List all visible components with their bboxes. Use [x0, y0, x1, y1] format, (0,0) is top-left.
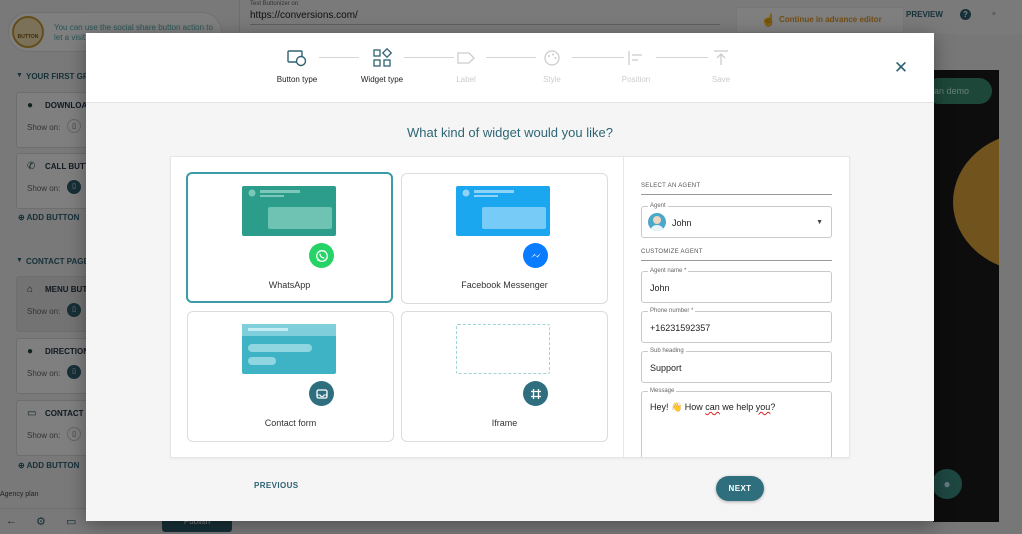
sub-heading-field[interactable]: Sub heading Support	[641, 348, 832, 383]
iframe-icon	[523, 381, 548, 406]
stepper-header: Button type Widget type Label Style Posi…	[86, 33, 934, 103]
close-icon[interactable]: ✕	[892, 59, 910, 77]
contact-form-icon	[309, 381, 334, 406]
message-text: Hey! 👋 How can we help you?	[650, 402, 776, 412]
button-type-icon	[286, 47, 308, 69]
next-button[interactable]: NEXT	[716, 476, 764, 501]
contact-form-thumbnail	[242, 324, 336, 374]
whatsapp-icon	[309, 243, 334, 268]
agent-name-field[interactable]: Agent name * John	[641, 268, 832, 303]
chevron-down-icon: ▼	[816, 219, 823, 226]
widget-option-messenger[interactable]: Facebook Messenger	[401, 173, 608, 304]
widget-option-whatsapp[interactable]: WhatsApp	[186, 172, 393, 303]
messenger-thumbnail	[456, 186, 550, 236]
phone-number-field[interactable]: Phone number * +16231592357	[641, 308, 832, 343]
save-icon	[710, 47, 732, 69]
step-button-type[interactable]: Button type	[262, 47, 332, 84]
step-position: Position	[601, 47, 671, 84]
avatar	[648, 213, 666, 231]
step-widget-type[interactable]: Widget type	[347, 47, 417, 84]
iframe-thumbnail	[456, 324, 550, 374]
widget-type-icon	[371, 47, 393, 69]
section-title-customize-agent: CUSTOMIZE AGENT	[641, 249, 703, 255]
wave-emoji: 👋	[671, 402, 683, 412]
page-title: What kind of widget would you like?	[407, 125, 613, 140]
agent-panel: SELECT AN AGENT Agent John ▼ CUSTOMIZE A…	[641, 157, 833, 457]
messenger-icon	[523, 243, 548, 268]
step-label: Label	[431, 47, 501, 84]
widget-content-panel: WhatsApp Facebook Messenger Contact form	[170, 156, 850, 458]
position-icon	[625, 47, 647, 69]
widget-type-modal: Button type Widget type Label Style Posi…	[86, 33, 934, 521]
section-divider	[641, 260, 832, 261]
section-divider	[641, 194, 832, 195]
widget-option-contact-form[interactable]: Contact form	[187, 311, 394, 442]
style-icon	[541, 47, 563, 69]
message-textarea[interactable]: Message Hey! 👋 How can we help you?	[641, 388, 832, 457]
step-style: Style	[517, 47, 587, 84]
section-title-select-agent: SELECT AN AGENT	[641, 183, 701, 189]
widget-option-iframe[interactable]: Iframe	[401, 311, 608, 442]
agent-select[interactable]: Agent John ▼	[641, 203, 832, 238]
step-save: Save	[686, 47, 756, 84]
label-icon	[455, 47, 477, 69]
previous-button[interactable]: PREVIOUS	[254, 481, 299, 490]
panel-divider	[623, 157, 624, 457]
whatsapp-thumbnail	[242, 186, 336, 236]
